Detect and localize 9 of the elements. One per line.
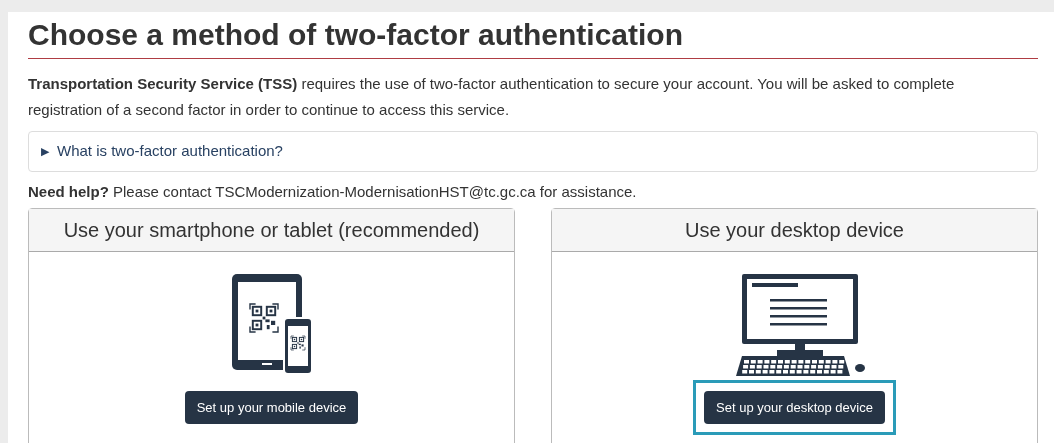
- setup-button[interactable]: Set up your mobile device: [184, 390, 359, 424]
- setup-button[interactable]: Set up your desktop device: [704, 390, 885, 424]
- page-title: Choose a method of two-factor authentication: [28, 12, 1038, 59]
- card-heading: Use your desktop device: [685, 217, 904, 243]
- details-summary[interactable]: ▶ What is two-factor authentication?: [41, 140, 283, 163]
- card-heading: Use your smartphone or tablet (recommended): [63, 217, 480, 243]
- intro-paragraph: Transportation Security Service (TSS) requires the use of two-factor authentication to secure your account. You will be asked to complete registration of a second factor in order to continue to access this service.: [28, 74, 956, 120]
- expand-marker: ▶: [41, 144, 49, 159]
- help-text: Need help? Please contact TSCModernization-ModernisationHST@tc.gc.ca for assistance.: [28, 181, 638, 202]
